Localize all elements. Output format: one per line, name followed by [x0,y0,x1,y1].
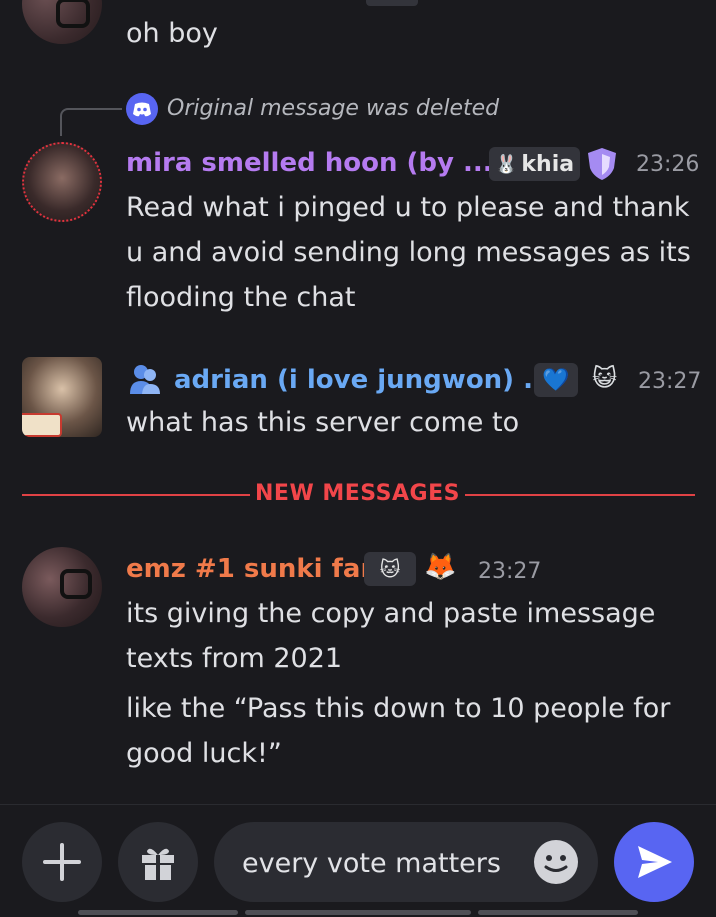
avatar-emz-top[interactable] [22,0,102,44]
home-indicator-middle [245,910,471,915]
heart-badge[interactable]: 💙 [534,363,578,397]
home-indicator-left [78,910,238,915]
tape-decoration [22,413,62,437]
top-badge [366,0,418,6]
shield-badge-icon [584,146,620,186]
author-name[interactable]: adrian (i love jungwon) ... [174,365,553,395]
message-composer[interactable] [214,822,598,902]
server-tag-label: khia [521,152,574,177]
bunny-icon: 🐰 [495,154,517,175]
reply-text[interactable]: Original message was deleted [167,96,499,121]
divider-line-right [465,494,695,496]
add-button[interactable] [22,822,102,902]
reply-connector [60,108,122,136]
cat-icon: 😺 [592,364,617,392]
avatar-emz[interactable] [22,547,102,627]
server-tag[interactable]: 🐱 [364,552,416,586]
blue-heart-icon: 💙 [542,368,569,393]
gift-icon [137,841,179,883]
timestamp: 23:27 [478,559,541,584]
message-text: oh boy [126,11,696,56]
emoji-icon [534,840,578,884]
pixel-cat-icon: 🐱 [380,557,401,581]
gift-button[interactable] [118,822,198,902]
avatar-mira[interactable] [22,142,102,222]
heart-frame [22,142,102,222]
people-icon [128,362,162,400]
new-messages-label: NEW MESSAGES [255,481,460,506]
server-tag[interactable]: 🐰 khia [489,147,580,181]
author-name[interactable]: mira smelled hoon (by ... [126,148,493,178]
fox-icon: 🦊 [424,552,456,582]
message-text: Read what i pinged u to please and thank… [126,185,696,320]
timestamp: 23:27 [638,369,701,394]
message-input[interactable] [240,822,524,904]
message-text: its giving the copy and paste imessage t… [126,591,696,681]
timestamp: 23:26 [636,152,699,177]
send-button[interactable] [614,822,694,902]
glasses-decoration [60,569,92,599]
glasses-decoration [56,0,90,28]
message-text: like the “Pass this down to 10 people fo… [126,686,696,776]
author-name[interactable]: emz #1 sunki fan [126,554,379,584]
composer-separator [0,804,716,805]
send-icon [632,840,676,884]
message-text: what has this server come to [126,400,696,445]
emoji-button[interactable] [534,840,578,884]
divider-line-left [22,494,250,496]
plus-icon [42,842,82,882]
avatar-adrian[interactable] [22,357,102,437]
home-indicator-right [478,910,638,915]
discord-icon [126,93,158,125]
